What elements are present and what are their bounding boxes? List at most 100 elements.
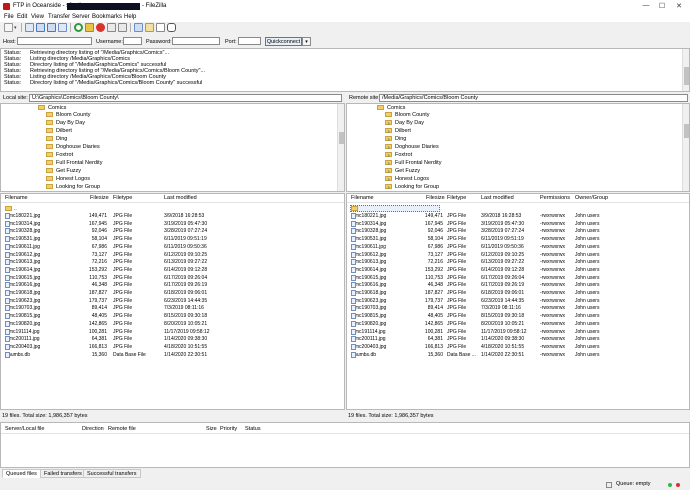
tree-item[interactable]: Honest Logos xyxy=(46,176,90,183)
column-header-last-modified[interactable]: Last modified xyxy=(481,195,514,201)
tree-item[interactable]: Comics xyxy=(38,105,66,112)
table-row[interactable]: blmc190703.jpg 89,414 JPG File 7/3/2019 08:… xyxy=(1,305,344,312)
tree-item[interactable]: ? Doghouse Diaries xyxy=(385,144,439,151)
message-log[interactable]: Status: Retrieving directory listing of "… xyxy=(0,48,690,92)
table-row[interactable]: blmc190613.jpg 72,216 JPG File 6/13/2019 09… xyxy=(1,259,344,266)
parent-directory[interactable]: .. xyxy=(14,206,17,212)
transfer-queue[interactable]: Server/Local file Direction Remote file … xyxy=(0,422,690,468)
local-path-input[interactable]: U:\Graphics\Comics\Bloom County\ xyxy=(29,94,342,102)
column-header-permissions[interactable]: Permissions xyxy=(540,195,570,201)
column-header-filesize[interactable]: Filesize xyxy=(426,195,445,201)
table-row[interactable]: blmc190615.jpg 110,753 JPG File 6/17/2019 0… xyxy=(1,274,344,282)
tree-item[interactable]: ? Foxtrot xyxy=(385,152,412,159)
password-input[interactable] xyxy=(172,37,220,45)
table-row[interactable]: blmc190616.jpg 46,348 JPG File 6/17/2019 09… xyxy=(1,282,344,289)
remote-file-list[interactable]: Filename Filesize Filetype Last modified… xyxy=(346,193,690,410)
queue-header-remote-file[interactable]: Remote file xyxy=(108,426,136,432)
table-row[interactable]: blmc190611.jpg 67,986 JPG File 6/11/2019 09… xyxy=(1,243,344,251)
tree-item[interactable]: Foxtrot xyxy=(46,152,73,159)
table-row[interactable]: blmc190614.jpg 153,292 JPG File 6/14/2019 0… xyxy=(347,266,689,274)
table-row[interactable]: blmc200111.jpg 64,381 JPG File 1/14/2020 09… xyxy=(347,336,689,343)
menu-transfer[interactable]: Transfer xyxy=(48,14,70,20)
tree-item[interactable]: Full Frontal Nerdity xyxy=(46,160,102,167)
tree-item[interactable]: Dilbert xyxy=(46,128,72,135)
table-row[interactable]: blmc190328.jpg 92,046 JPG File 3/28/2019 07… xyxy=(347,228,689,235)
menu-help[interactable]: Help xyxy=(124,14,136,20)
menu-bookmarks[interactable]: Bookmarks xyxy=(92,14,122,20)
table-row[interactable]: blmc190618.jpg 187,827 JPG File 6/18/2019 0… xyxy=(1,290,344,297)
tree-item[interactable]: ? Dilbert xyxy=(385,128,411,135)
tree-item[interactable]: Day By Day xyxy=(46,120,85,127)
reconnect-icon[interactable] xyxy=(118,23,127,32)
minimize-button[interactable]: — xyxy=(640,2,652,9)
tree-item[interactable]: Bloom County xyxy=(385,112,430,119)
tab-successful-transfers[interactable]: Successful transfers xyxy=(83,469,141,478)
table-row[interactable]: blmc200403.jpg 166,813 JPG File 4/18/2020 1… xyxy=(347,343,689,351)
column-header-filesize[interactable]: Filesize xyxy=(90,195,109,201)
tree-item[interactable]: ? Honest Logos xyxy=(385,176,429,183)
column-header-filename[interactable]: Filename xyxy=(351,195,374,201)
table-row[interactable]: blmc200111.jpg 64,381 JPG File 1/14/2020 09… xyxy=(1,336,344,343)
queue-header-server-local-file[interactable]: Server/Local file xyxy=(5,426,44,432)
queue-header-priority[interactable]: Priority xyxy=(220,426,237,432)
table-row[interactable]: blmc191114.jpg 100,281 JPG File 11/17/2019 … xyxy=(347,328,689,336)
tree-item[interactable]: Doghouse Diaries xyxy=(46,144,100,151)
table-row[interactable]: blmc190612.jpg 73,127 JPG File 6/12/2019 09… xyxy=(1,251,344,259)
table-row[interactable]: blmc180221.jpg 149,471 JPG File 3/9/2018 16… xyxy=(347,213,689,220)
queue-header-direction[interactable]: Direction xyxy=(82,426,104,432)
tree-item[interactable]: Looking for Group xyxy=(46,184,100,191)
close-button[interactable]: ✕ xyxy=(673,2,685,10)
table-row[interactable]: blmc190531.jpg 58,104 JPG File 6/11/2019 09… xyxy=(1,236,344,243)
selected-parent-row[interactable] xyxy=(350,205,440,212)
menu-server[interactable]: Server xyxy=(72,14,90,20)
table-row[interactable]: blmc190820.jpg 142,865 JPG File 8/20/2019 1… xyxy=(347,320,689,328)
toggle-queue-icon[interactable] xyxy=(58,23,67,32)
tab-queued-files[interactable]: Queued files xyxy=(2,469,41,478)
tab-failed-transfers[interactable]: Failed transfers xyxy=(40,469,86,478)
tree-item[interactable]: Bloom County xyxy=(46,112,91,119)
table-row[interactable]: blmc190703.jpg 89,414 JPG File 7/3/2019 08:… xyxy=(347,305,689,312)
tree-item[interactable]: ? Full Frontal Nerdity xyxy=(385,160,441,167)
table-row[interactable]: Thumbs.db 15,360 Data Base File 1/14/2020 2… xyxy=(1,351,344,359)
table-row[interactable]: blmc190618.jpg 187,827 JPG File 6/18/2019 0… xyxy=(347,290,689,297)
toggle-remote-tree-icon[interactable] xyxy=(47,23,56,32)
tree-item[interactable]: Comics xyxy=(377,105,405,112)
column-header-filename[interactable]: Filename xyxy=(5,195,28,201)
column-header-filetype[interactable]: Filetype xyxy=(113,195,132,201)
table-row[interactable]: blmc191114.jpg 100,281 JPG File 11/17/2019 … xyxy=(1,328,344,336)
queue-header-status[interactable]: Status xyxy=(245,426,261,432)
disconnect-icon[interactable] xyxy=(107,23,116,32)
log-scrollbar[interactable] xyxy=(682,49,689,91)
table-row[interactable]: blmc190531.jpg 58,104 JPG File 6/11/2019 09… xyxy=(347,236,689,243)
username-input[interactable] xyxy=(123,37,142,45)
column-header-filetype[interactable]: Filetype xyxy=(447,195,466,201)
tree-item[interactable]: ? Get Fuzzy xyxy=(385,168,420,175)
tree-item[interactable]: ? Day By Day xyxy=(385,120,424,127)
parent-folder-icon[interactable] xyxy=(5,206,12,211)
site-manager-icon[interactable] xyxy=(4,23,13,32)
menu-file[interactable]: File xyxy=(4,14,14,20)
tree-item[interactable]: Ding xyxy=(46,136,67,143)
tree-item[interactable]: Get Fuzzy xyxy=(46,168,81,175)
table-row[interactable]: Thumbs.db 15,360 Data Base ... 1/14/2020 22… xyxy=(347,351,689,359)
parent-folder-icon[interactable] xyxy=(351,206,358,211)
table-row[interactable]: blmc190314.jpg 167,945 JPG File 3/19/2019 0… xyxy=(347,220,689,228)
table-row[interactable]: blmc190615.jpg 110,753 JPG File 6/17/2019 0… xyxy=(347,274,689,282)
table-row[interactable]: blmc190611.jpg 67,986 JPG File 6/11/2019 09… xyxy=(347,243,689,251)
local-tree-scrollbar[interactable] xyxy=(337,104,344,191)
table-row[interactable]: blmc190314.jpg 167,945 JPG File 3/19/2019 0… xyxy=(1,220,344,228)
table-row[interactable]: blmc190623.jpg 179,737 JPG File 6/23/2019 1… xyxy=(1,297,344,305)
table-row[interactable]: blmc180221.jpg 149,471 JPG File 3/9/2018 16… xyxy=(1,213,344,220)
table-row[interactable]: blmc190614.jpg 153,292 JPG File 6/14/2019 0… xyxy=(1,266,344,274)
table-row[interactable]: blmc190612.jpg 73,127 JPG File 6/12/2019 09… xyxy=(347,251,689,259)
search-icon[interactable] xyxy=(167,23,176,32)
compare-directories-icon[interactable] xyxy=(145,23,154,32)
tree-item[interactable]: ? Ding xyxy=(385,136,406,143)
table-row[interactable]: blmc190815.jpg 48,405 JPG File 8/15/2019 09… xyxy=(347,313,689,320)
menu-edit[interactable]: Edit xyxy=(17,14,27,20)
remote-directory-tree[interactable]: Comics Bloom County ? Day By Day ? Dilbert… xyxy=(346,103,690,192)
column-header-last-modified[interactable]: Last modified xyxy=(164,195,197,201)
tree-item[interactable]: ? Looking for Group xyxy=(385,184,439,191)
host-input[interactable] xyxy=(17,37,92,45)
table-row[interactable]: blmc190820.jpg 142,865 JPG File 8/20/2019 1… xyxy=(1,320,344,328)
